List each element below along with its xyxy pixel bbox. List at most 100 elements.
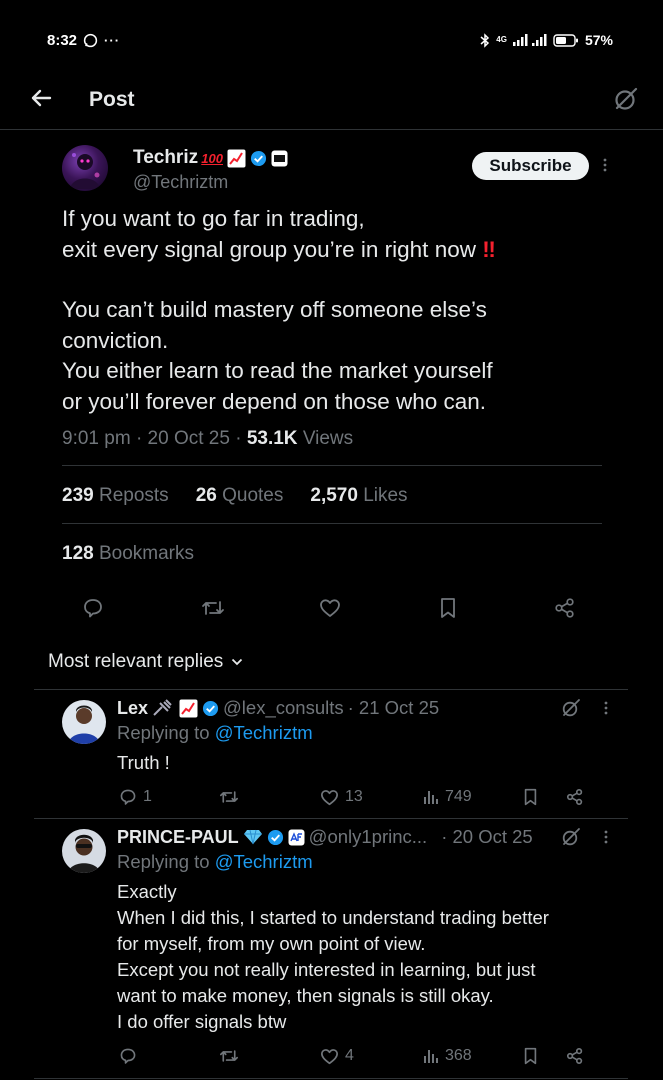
- reply-header: Lex @lex_consults · 21 Oct 25: [117, 697, 439, 719]
- bookmark-icon: [523, 1047, 538, 1065]
- reply-avatar[interactable]: [62, 829, 106, 873]
- likes-stat[interactable]: 2,570 Likes: [310, 485, 407, 507]
- like-button[interactable]: [319, 598, 341, 618]
- bluetooth-icon: [480, 32, 490, 48]
- quotes-label: Quotes: [222, 485, 284, 506]
- reply-icon: [119, 788, 137, 806]
- chart-emoji-icon: [226, 149, 246, 167]
- reply-icon: [82, 597, 104, 619]
- reply-like-count: 4: [345, 1047, 354, 1064]
- post-date: 20 Oct 25: [147, 428, 230, 449]
- replies-heading: Most relevant replies: [48, 651, 224, 672]
- reply-view-count: 749: [445, 788, 472, 805]
- affiliate-badge-icon: [271, 150, 288, 167]
- reply-date: · 21 Oct 25: [347, 697, 440, 718]
- repost-icon: [219, 788, 239, 806]
- reply-reply-count: 1: [143, 788, 152, 805]
- share-icon: [554, 597, 576, 619]
- like-icon: [320, 789, 339, 806]
- double-exclamation-icon: ‼: [475, 236, 496, 262]
- reply-views-button[interactable]: 749: [423, 788, 472, 806]
- back-button[interactable]: [30, 87, 54, 111]
- reply-bookmark-button[interactable]: [523, 1047, 538, 1065]
- post-time: 9:01 pm: [62, 428, 131, 449]
- views-icon: [423, 1048, 439, 1064]
- bookmark-icon: [439, 597, 457, 619]
- verified-badge-icon: [267, 829, 284, 846]
- post-paragraph-2: You can’t build mastery off someone else…: [62, 297, 493, 414]
- quotes-stat[interactable]: 26 Quotes: [196, 485, 284, 507]
- post-text: If you want to go far in trading, exit e…: [62, 204, 622, 417]
- meta-divider: [62, 465, 602, 466]
- reply-reply-button[interactable]: [119, 1047, 137, 1065]
- reply-author-name[interactable]: PRINCE-PAUL: [117, 827, 239, 848]
- reply-bookmark-button[interactable]: [523, 788, 538, 806]
- reply-repost-button[interactable]: [219, 788, 239, 806]
- reply-divider: [34, 818, 628, 819]
- replying-prefix: Replying to: [117, 722, 210, 743]
- clock: 8:32: [47, 32, 78, 49]
- like-icon: [320, 1048, 339, 1065]
- bookmarks-stat[interactable]: 128 Bookmarks: [62, 543, 194, 565]
- likes-label: Likes: [363, 485, 408, 506]
- reply-share-button[interactable]: [566, 788, 584, 806]
- signal-icon: [512, 34, 547, 46]
- more-icon: ···: [104, 33, 121, 48]
- reply-grok-icon[interactable]: [561, 827, 581, 847]
- stats-divider: [62, 523, 602, 524]
- bookmark-button[interactable]: [439, 597, 457, 619]
- reply-divider: [34, 1078, 628, 1079]
- status-time: 8:32 ···: [47, 32, 120, 49]
- reply-author-name[interactable]: Lex: [117, 698, 148, 719]
- reply-header: PRINCE-PAUL @only1princ... · 20 Oct 25: [117, 826, 533, 848]
- replying-to: Replying to @Techriztm: [117, 722, 313, 744]
- replies-sort-dropdown[interactable]: Most relevant replies: [48, 651, 243, 673]
- reply-reply-button[interactable]: 1: [119, 788, 152, 806]
- replying-to-handle[interactable]: @Techriztm: [215, 722, 313, 743]
- reply-share-button[interactable]: [566, 1047, 584, 1065]
- grok-button[interactable]: [613, 86, 639, 112]
- reply-repost-button[interactable]: [219, 1047, 239, 1065]
- stats-row: 239 Reposts 26 Quotes 2,570 Likes: [62, 485, 408, 507]
- reply-more-button[interactable]: [604, 700, 608, 716]
- views-count: 53.1K: [246, 428, 298, 449]
- replying-prefix: Replying to: [117, 851, 210, 872]
- replying-to-handle[interactable]: @Techriztm: [215, 851, 313, 872]
- reply-text: Exactly When I did this, I started to un…: [117, 881, 549, 1032]
- reply-author-handle[interactable]: @lex_consults: [223, 697, 344, 719]
- views-label: Views: [302, 428, 354, 449]
- share-button[interactable]: [554, 597, 576, 619]
- bookmarks-count: 128: [62, 543, 94, 564]
- repost-icon: [201, 597, 225, 619]
- reply-avatar[interactable]: [62, 700, 106, 744]
- author-avatar[interactable]: [62, 145, 108, 191]
- reply-views-button[interactable]: 368: [423, 1047, 472, 1065]
- share-icon: [566, 1047, 584, 1065]
- like-icon: [319, 598, 341, 618]
- repost-button[interactable]: [201, 597, 225, 619]
- reply-more-button[interactable]: [604, 829, 608, 845]
- grok-icon: [613, 86, 639, 112]
- author-handle[interactable]: @Techriztm: [133, 172, 228, 193]
- author-name: Techriz: [133, 147, 199, 168]
- reply-view-count: 368: [445, 1047, 472, 1064]
- reposts-count: 239: [62, 485, 94, 506]
- header-divider: [0, 129, 663, 130]
- reposts-stat[interactable]: 239 Reposts: [62, 485, 169, 507]
- reply-button[interactable]: [82, 597, 104, 619]
- subscribe-button[interactable]: Subscribe: [472, 152, 589, 180]
- reply-like-button[interactable]: 13: [320, 788, 363, 806]
- network-label: 4G: [496, 35, 507, 44]
- post-more-button[interactable]: [603, 157, 607, 173]
- reposts-label: Reposts: [98, 485, 169, 506]
- reply-like-button[interactable]: 4: [320, 1047, 354, 1065]
- reply-grok-icon[interactable]: [561, 698, 581, 718]
- author-name-row[interactable]: Techriz 100: [133, 147, 288, 169]
- replying-to: Replying to @Techriztm: [117, 851, 313, 873]
- reply-author-handle[interactable]: @only1princ...: [309, 826, 428, 848]
- reply-text: Truth !: [117, 752, 170, 773]
- plug-emoji-icon: [152, 699, 174, 717]
- more-vertical-icon: [603, 157, 607, 173]
- bookmark-icon: [523, 788, 538, 806]
- chart-emoji-icon: [178, 699, 198, 717]
